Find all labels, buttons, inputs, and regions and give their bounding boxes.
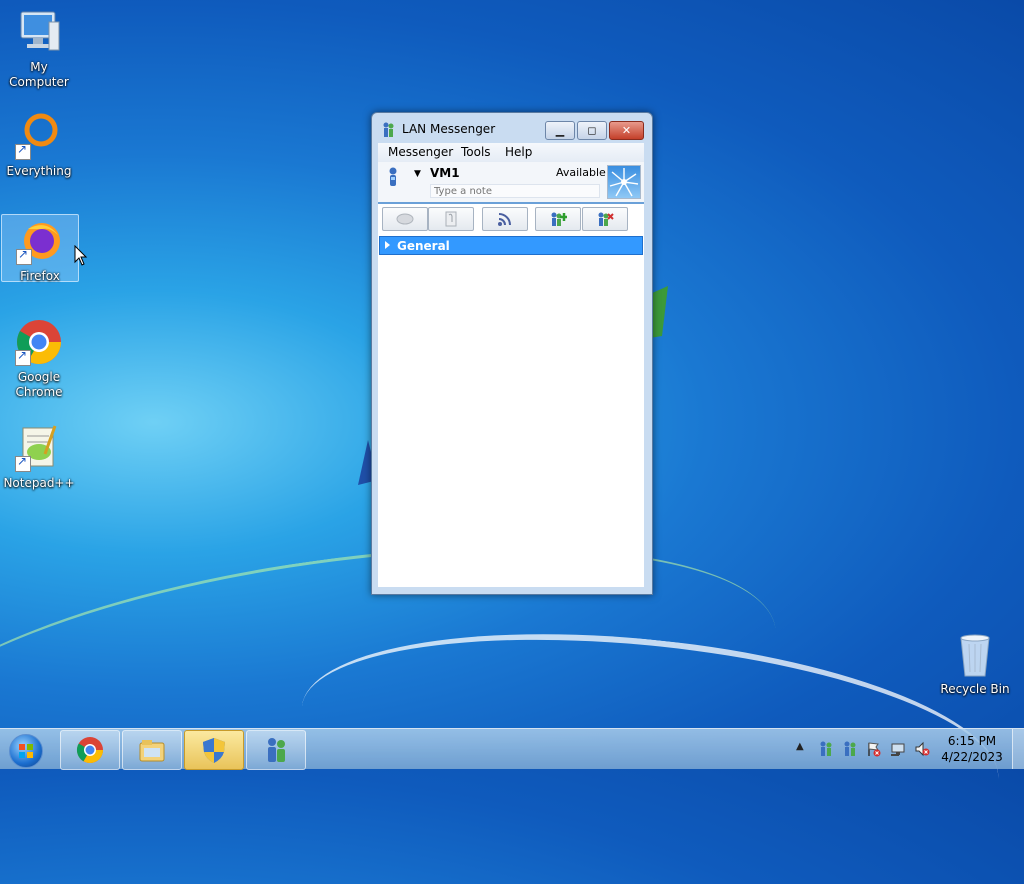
everything-search-icon — [15, 112, 63, 160]
show-desktop-button[interactable] — [1012, 729, 1024, 769]
volume-muted-icon[interactable] — [914, 741, 930, 757]
taskbar-explorer-button[interactable] — [122, 730, 182, 770]
mouse-cursor-icon — [74, 245, 88, 266]
show-hidden-icons-button[interactable]: ▲ — [796, 741, 812, 757]
menu-tools[interactable]: Tools — [461, 145, 491, 159]
status-dropdown-icon[interactable]: ▼ — [414, 169, 421, 179]
user-info-bar: ▼ VM1 Available — [378, 162, 644, 204]
close-icon: ✕ — [621, 124, 632, 137]
desktop-icon-label: My Computer — [9, 60, 69, 89]
desktop-icon-label: Recycle Bin — [940, 682, 1010, 696]
recycle-bin-icon — [951, 630, 999, 678]
action-center-flag-icon[interactable] — [866, 741, 882, 757]
lan-messenger-tray-icon[interactable] — [818, 741, 834, 757]
network-icon[interactable] — [890, 741, 906, 757]
system-clock[interactable]: 6:15 PM 4/22/2023 — [936, 733, 1008, 765]
maximize-button[interactable]: ◻ — [577, 121, 607, 140]
desktop-icon-recycle-bin[interactable]: Recycle Bin — [937, 630, 1013, 697]
desktop-icon-everything[interactable]: Everything — [1, 112, 77, 179]
start-button[interactable] — [6, 732, 46, 768]
contact-group-general[interactable]: General — [379, 236, 643, 255]
remove-contact-icon — [598, 212, 614, 226]
lan-messenger-tray-icon[interactable] — [842, 741, 858, 757]
desktop-icon-label: Everything — [6, 164, 72, 178]
desktop-icon-label: Firefox — [20, 269, 60, 283]
menu-help[interactable]: Help — [505, 145, 532, 159]
desktop-icon-google-chrome[interactable]: Google Chrome — [1, 318, 77, 400]
restore-icon: ◻ — [587, 124, 597, 137]
lan-messenger-window[interactable]: LAN Messenger ▁ ◻ ✕ Messenger Tools Help… — [371, 112, 653, 595]
menu-messenger[interactable]: Messenger — [388, 145, 453, 159]
user-status-icon[interactable] — [386, 167, 400, 187]
clock-time: 6:15 PM — [947, 734, 997, 748]
expand-arrow-icon[interactable] — [385, 241, 390, 249]
notepadpp-icon — [15, 424, 63, 472]
lan-messenger-icon — [383, 122, 394, 137]
shortcut-arrow-icon — [15, 348, 31, 366]
avatar[interactable] — [607, 165, 641, 199]
taskbar-security-button[interactable] — [184, 730, 244, 770]
shortcut-arrow-icon — [15, 454, 31, 472]
file-explorer-icon — [139, 740, 165, 762]
taskbar: ▲ 6:15 PM 4/22/2023 — [0, 728, 1024, 770]
broadcast-button[interactable] — [482, 207, 528, 231]
shortcut-arrow-icon — [16, 247, 32, 265]
window-client-area: ▼ VM1 Available Type a note General — [378, 162, 644, 587]
security-shield-icon — [203, 738, 225, 763]
group-label: General — [397, 239, 450, 253]
contact-toolbar — [378, 206, 644, 234]
shortcut-arrow-icon — [15, 142, 31, 160]
chrome-icon — [76, 737, 104, 764]
wallpaper-logo-fragment — [650, 286, 668, 338]
user-name: VM1 — [430, 166, 460, 180]
remove-contact-button[interactable] — [582, 207, 628, 231]
chat-button[interactable] — [382, 207, 428, 231]
menu-bar: Messenger Tools Help — [378, 143, 644, 162]
add-contact-icon — [551, 212, 567, 226]
minimize-icon: ▁ — [555, 124, 565, 137]
broadcast-icon — [498, 213, 511, 226]
desktop-icon-label: Google Chrome — [15, 370, 63, 399]
firefox-icon — [16, 217, 64, 265]
file-transfer-button[interactable] — [428, 207, 474, 231]
desktop-icon-firefox[interactable]: Firefox — [1, 214, 79, 283]
close-button[interactable]: ✕ — [609, 121, 644, 140]
desktop-icon-my-computer[interactable]: My Computer — [1, 8, 77, 90]
file-transfer-icon — [445, 211, 457, 227]
minimize-button[interactable]: ▁ — [545, 121, 575, 140]
user-status-text: Available — [556, 166, 606, 179]
lan-messenger-icon — [268, 738, 285, 762]
computer-icon — [15, 8, 63, 56]
note-input[interactable] — [430, 184, 600, 198]
windows-logo-icon — [9, 734, 43, 768]
desktop-icon-notepadpp[interactable]: Notepad++ — [1, 424, 77, 491]
taskbar-lan-messenger-button[interactable] — [246, 730, 306, 770]
chat-icon — [396, 213, 414, 225]
desktop-icon-label: Notepad++ — [3, 476, 75, 490]
clock-date: 4/22/2023 — [941, 750, 1003, 764]
window-title: LAN Messenger — [402, 122, 496, 136]
taskbar-chrome-button[interactable] — [60, 730, 120, 770]
chrome-icon — [15, 318, 63, 366]
window-titlebar[interactable]: LAN Messenger ▁ ◻ ✕ — [372, 113, 652, 145]
add-contact-button[interactable] — [535, 207, 581, 231]
